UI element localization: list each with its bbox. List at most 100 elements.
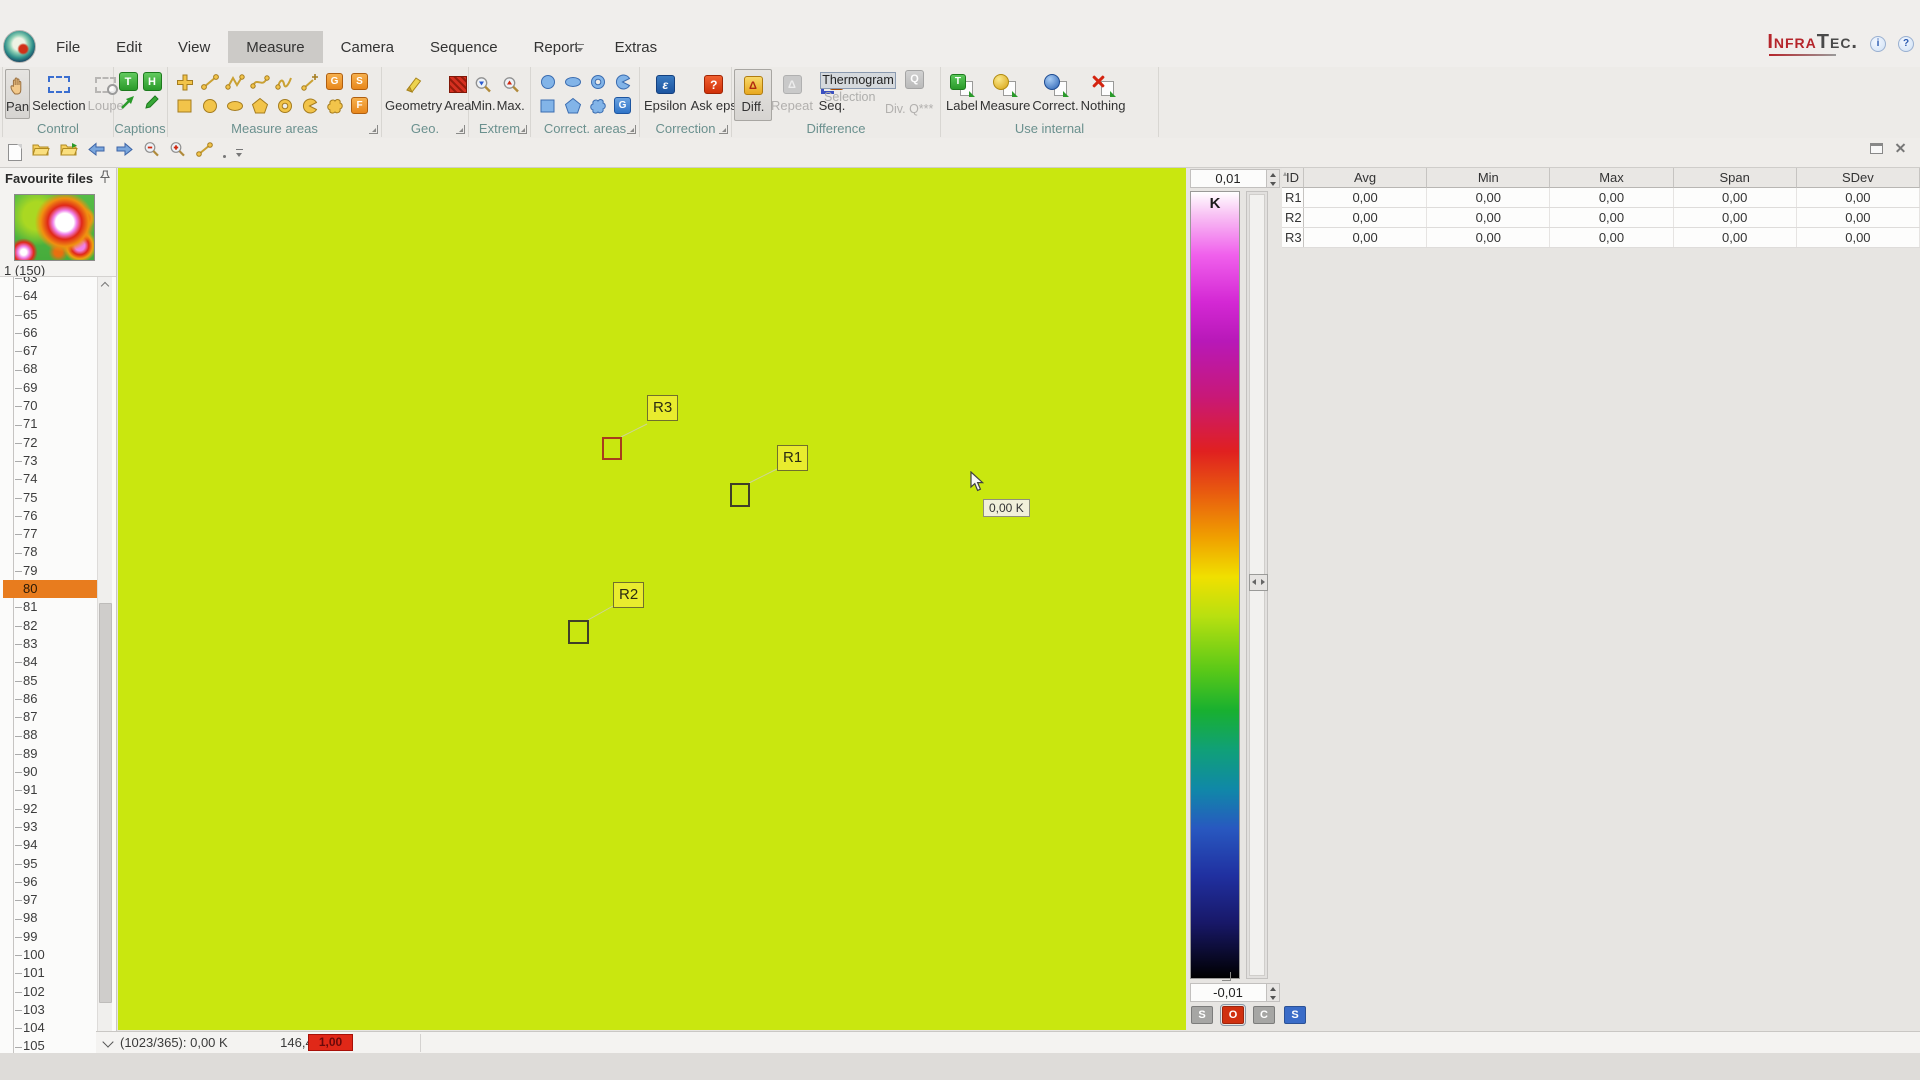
- zoom-out-icon[interactable]: [143, 141, 160, 163]
- scrollbar-thumb[interactable]: [99, 603, 112, 1003]
- correct-polygon-icon[interactable]: [560, 94, 585, 117]
- file-list-item[interactable]: 73: [3, 452, 97, 470]
- file-list-scrollbar[interactable]: [97, 277, 112, 1053]
- file-list-item[interactable]: 76: [3, 507, 97, 525]
- measure-vector-icon[interactable]: [297, 70, 322, 93]
- file-list-item[interactable]: 90: [3, 763, 97, 781]
- use-internal-button[interactable]: Correct.: [1032, 69, 1078, 119]
- file-list-item[interactable]: 91: [3, 781, 97, 799]
- file-list-item[interactable]: 87: [3, 708, 97, 726]
- scrollbar-up-icon[interactable]: [98, 277, 112, 292]
- file-list-item[interactable]: 97: [3, 891, 97, 909]
- menu-item[interactable]: Measure: [228, 31, 322, 63]
- geometry-button[interactable]: Geometry: [385, 69, 442, 119]
- file-list-item[interactable]: 105: [3, 1037, 97, 1053]
- table-row[interactable]: R3 0,00 0,00 0,00 0,00 0,00: [1282, 228, 1920, 248]
- file-list-item[interactable]: 80: [3, 580, 97, 598]
- diff-button[interactable]: Δ Diff.: [734, 69, 772, 121]
- file-list-item[interactable]: 70: [3, 397, 97, 415]
- file-list-item[interactable]: 102: [3, 983, 97, 1001]
- measure-polyline-icon[interactable]: [222, 70, 247, 93]
- file-list-item[interactable]: 63: [3, 276, 97, 287]
- file-list-item[interactable]: 98: [3, 909, 97, 927]
- region-rect-r1[interactable]: [730, 483, 750, 507]
- column-header[interactable]: Max: [1550, 168, 1673, 188]
- correct-arc-icon[interactable]: [610, 70, 635, 93]
- file-list-item[interactable]: 78: [3, 543, 97, 561]
- min-button[interactable]: Min.: [471, 69, 496, 119]
- file-list-item[interactable]: 77: [3, 525, 97, 543]
- geo-launcher-icon[interactable]: [456, 125, 465, 134]
- measure-arc-icon[interactable]: [297, 94, 322, 117]
- forward-icon[interactable]: [115, 142, 134, 162]
- color-scale-gradient[interactable]: K: [1190, 191, 1240, 979]
- file-list-item[interactable]: 82: [3, 617, 97, 635]
- file-list-item[interactable]: 96: [3, 873, 97, 891]
- measure-curve-icon[interactable]: [247, 70, 272, 93]
- file-list-item[interactable]: 89: [3, 745, 97, 763]
- use-internal-button[interactable]: Label: [946, 69, 978, 119]
- caption-pencil-icon[interactable]: [143, 93, 161, 116]
- correct-freeform-icon[interactable]: [585, 94, 610, 117]
- correct-rectangle-icon[interactable]: [535, 94, 560, 117]
- column-header[interactable]: Min: [1427, 168, 1550, 188]
- max-button[interactable]: Max.: [497, 69, 525, 119]
- scale-splitter-handle[interactable]: [1249, 574, 1268, 591]
- measure-formula-icon[interactable]: F: [347, 94, 372, 117]
- toolbar-customize-icon[interactable]: [235, 147, 245, 159]
- file-list-item[interactable]: 93: [3, 818, 97, 836]
- zoom-in-icon[interactable]: [169, 141, 186, 163]
- file-list-item[interactable]: 85: [3, 672, 97, 690]
- column-header[interactable]: SDev: [1797, 168, 1920, 188]
- file-list-item[interactable]: 83: [3, 635, 97, 653]
- help-icon[interactable]: ?: [1898, 36, 1914, 52]
- correct-ring-icon[interactable]: [585, 70, 610, 93]
- file-list-item[interactable]: 72: [3, 434, 97, 452]
- correct-group-icon[interactable]: G: [610, 94, 635, 117]
- scale-min-down-icon[interactable]: [1266, 993, 1279, 1002]
- file-list-item[interactable]: 69: [3, 379, 97, 397]
- scale-mode-button[interactable]: S: [1284, 1006, 1306, 1024]
- open-sequence-icon[interactable]: [59, 142, 78, 163]
- caption-arrow-icon[interactable]: [119, 93, 137, 116]
- pan-button[interactable]: Pan: [5, 69, 30, 119]
- open-file-icon[interactable]: [31, 142, 50, 163]
- scale-min-spinbox[interactable]: -0,01: [1190, 983, 1280, 1002]
- file-list-item[interactable]: 99: [3, 928, 97, 946]
- scale-options-launcher-icon[interactable]: [1222, 972, 1231, 981]
- correction-launcher-icon[interactable]: [719, 125, 728, 134]
- line-tool-icon[interactable]: [195, 142, 214, 163]
- measure-ellipse-icon[interactable]: [222, 94, 247, 117]
- column-header[interactable]: Avg: [1304, 168, 1427, 188]
- menu-item[interactable]: Sequence: [412, 31, 516, 63]
- difference-source-dropdown[interactable]: Thermogram: [820, 72, 896, 89]
- measure-group-icon[interactable]: G: [322, 70, 347, 93]
- file-list-item[interactable]: 79: [3, 562, 97, 580]
- file-list-item[interactable]: 92: [3, 800, 97, 818]
- file-list-item[interactable]: 71: [3, 415, 97, 433]
- file-list-item[interactable]: 74: [3, 470, 97, 488]
- thermogram-view[interactable]: R3 R1 R2 0,00 K: [118, 168, 1186, 1030]
- scale-mode-button[interactable]: C: [1253, 1006, 1275, 1024]
- menu-item[interactable]: View: [160, 31, 228, 63]
- file-list-item[interactable]: 84: [3, 653, 97, 671]
- scale-max-down-icon[interactable]: [1266, 179, 1279, 188]
- region-rect-r2[interactable]: [568, 620, 589, 644]
- scale-mode-button[interactable]: O: [1222, 1006, 1244, 1024]
- correct-areas-launcher-icon[interactable]: [627, 125, 636, 134]
- table-row[interactable]: R1 0,00 0,00 0,00 0,00 0,00: [1282, 188, 1920, 208]
- caption-header-icon[interactable]: H: [143, 72, 162, 91]
- file-list-item[interactable]: 103: [3, 1001, 97, 1019]
- back-icon[interactable]: [87, 142, 106, 162]
- file-list-item[interactable]: 64: [3, 287, 97, 305]
- file-list-item[interactable]: 95: [3, 855, 97, 873]
- float-window-icon[interactable]: [1870, 143, 1883, 154]
- file-list-item[interactable]: 65: [3, 306, 97, 324]
- ask-eps-button[interactable]: ? Ask eps: [691, 69, 737, 119]
- file-list-item[interactable]: 86: [3, 690, 97, 708]
- measure-polygon-icon[interactable]: [247, 94, 272, 117]
- file-list-item[interactable]: 94: [3, 836, 97, 854]
- menu-item[interactable]: File: [38, 31, 98, 63]
- use-internal-button[interactable]: Nothing: [1081, 69, 1126, 119]
- region-rect-r3[interactable]: [602, 437, 622, 460]
